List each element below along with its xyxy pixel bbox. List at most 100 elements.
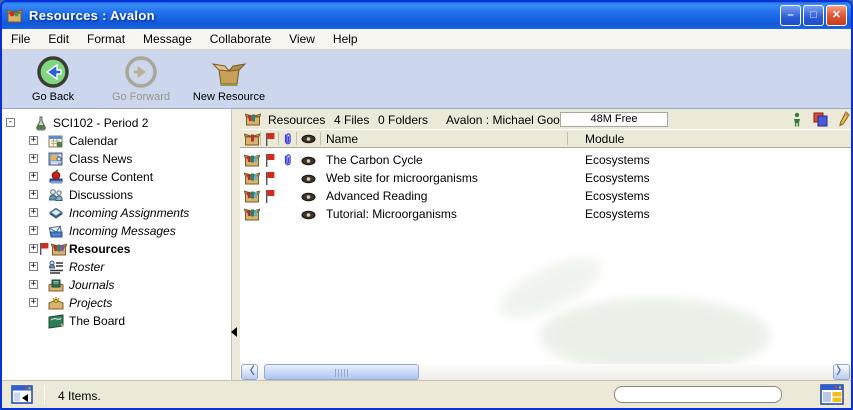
tree-item-label[interactable]: Incoming Messages (69, 224, 176, 238)
collapse-toggle[interactable]: - (6, 118, 15, 127)
expand-toggle[interactable]: + (29, 280, 38, 289)
menu-help[interactable]: Help (324, 30, 367, 48)
visible-eye-icon[interactable] (301, 192, 316, 202)
tree-item-label[interactable]: Journals (69, 278, 114, 292)
file-module[interactable]: Ecosystems (585, 207, 650, 221)
toolbar: Go Back Go Forward New Resource (2, 50, 851, 109)
horizontal-scrollbar[interactable]: 〈 〉 (240, 364, 851, 380)
file-name[interactable]: Tutorial: Microorganisms (326, 207, 457, 221)
menu-format[interactable]: Format (78, 30, 134, 48)
expand-toggle[interactable]: + (29, 262, 38, 271)
file-name[interactable]: The Carbon Cycle (326, 153, 423, 167)
menu-message[interactable]: Message (134, 30, 201, 48)
tree-item-label[interactable]: Projects (69, 296, 112, 310)
new-resource-label: New Resource (193, 91, 265, 103)
tree-item-label[interactable]: Roster (69, 260, 104, 274)
file-row-advanced-reading[interactable]: Advanced Reading Ecosystems (240, 187, 851, 205)
panel-title: Resources (268, 113, 325, 127)
expand-toggle[interactable]: + (29, 226, 38, 235)
type-column-icon[interactable] (244, 131, 260, 147)
visible-eye-icon[interactable] (301, 174, 316, 184)
go-forward-button[interactable]: Go Forward (98, 56, 184, 103)
tree-item-label[interactable]: The Board (69, 314, 125, 328)
minimize-button[interactable]: – (780, 5, 801, 26)
tree-item-roster[interactable]: + Roster (2, 258, 231, 276)
tree-item-incoming-messages[interactable]: + Incoming Messages (2, 222, 231, 240)
tree-item-calendar[interactable]: + Calendar (2, 132, 231, 150)
collapse-panel-icon[interactable] (11, 385, 33, 404)
tree-item-incoming-assignments[interactable]: + Incoming Assignments (2, 204, 231, 222)
person-icon[interactable] (792, 112, 802, 127)
flag-icon (39, 241, 49, 257)
title-bar[interactable]: Resources : Avalon – □ ✕ (2, 2, 851, 29)
tree-item-course-content[interactable]: + Course Content (2, 168, 231, 186)
column-module[interactable]: Module (585, 132, 624, 146)
attachment-column-icon[interactable] (283, 132, 292, 146)
file-row-tutorial[interactable]: Tutorial: Microorganisms Ecosystems (240, 205, 851, 223)
menu-view[interactable]: View (280, 30, 324, 48)
tree-root-sci102[interactable]: - SCI102 - Period 2 (2, 114, 231, 132)
expand-toggle[interactable]: + (29, 298, 38, 307)
resource-file-icon (244, 188, 260, 204)
tree-item-the-board[interactable]: The Board (2, 312, 231, 330)
menu-collaborate[interactable]: Collaborate (201, 30, 280, 48)
tree-item-discussions[interactable]: + Discussions (2, 186, 231, 204)
tree-item-label[interactable]: Class News (69, 152, 132, 166)
column-name[interactable]: Name (326, 132, 358, 146)
column-header-row: Name Module (240, 130, 851, 148)
pencil-icon[interactable] (838, 111, 850, 127)
tree-root-label[interactable]: SCI102 - Period 2 (53, 116, 148, 130)
window-title: Resources : Avalon (29, 8, 778, 23)
panel-splitter[interactable] (231, 109, 240, 380)
tree-item-label[interactable]: Discussions (69, 188, 133, 202)
new-resource-button[interactable]: New Resource (186, 56, 272, 103)
tree-item-class-news[interactable]: + Class News (2, 150, 231, 168)
menu-file[interactable]: File (2, 30, 39, 48)
close-button[interactable]: ✕ (826, 5, 847, 26)
resource-file-icon (244, 170, 260, 186)
visible-eye-icon[interactable] (301, 156, 316, 166)
file-row-carbon-cycle[interactable]: The Carbon Cycle Ecosystems (240, 151, 851, 169)
tree-item-label[interactable]: Calendar (69, 134, 118, 148)
resource-file-icon (244, 206, 260, 222)
visibility-column-icon[interactable] (301, 134, 316, 144)
expand-toggle[interactable]: + (29, 136, 38, 145)
file-module[interactable]: Ecosystems (585, 171, 650, 185)
menu-edit[interactable]: Edit (39, 30, 78, 48)
tree-item-label[interactable]: Resources (69, 242, 130, 256)
tree-item-projects[interactable]: + Projects (2, 294, 231, 312)
tree-item-label[interactable]: Course Content (69, 170, 153, 184)
file-name[interactable]: Web site for microorganisms (326, 171, 478, 185)
tree-item-resources[interactable]: + Resources (2, 240, 231, 258)
file-module[interactable]: Ecosystems (585, 189, 650, 203)
tree-item-label[interactable]: Incoming Assignments (69, 206, 189, 220)
flag-column-icon[interactable] (265, 133, 275, 146)
status-progress-box (614, 386, 782, 403)
go-forward-icon (124, 56, 158, 88)
status-divider (44, 385, 45, 404)
expand-toggle[interactable]: + (29, 244, 38, 253)
scroll-left-button[interactable]: 〈 (241, 364, 258, 380)
go-back-button[interactable]: Go Back (10, 56, 96, 103)
scrollbar-thumb[interactable] (264, 364, 419, 380)
splitter-collapse-arrow-icon[interactable] (231, 327, 237, 337)
layout-toggle-icon[interactable] (820, 384, 844, 405)
file-module[interactable]: Ecosystems (585, 153, 650, 167)
maximize-button[interactable]: □ (803, 5, 824, 26)
main-area: - SCI102 - Period 2 + Calendar + (2, 109, 851, 380)
tree-item-journals[interactable]: + Journals (2, 276, 231, 294)
file-name[interactable]: Advanced Reading (326, 189, 427, 203)
expand-toggle[interactable]: + (29, 190, 38, 199)
file-row-website[interactable]: Web site for microorganisms Ecosystems (240, 169, 851, 187)
free-space-indicator: 48M Free (560, 112, 668, 127)
resources-box-icon (245, 111, 261, 127)
expand-toggle[interactable]: + (29, 172, 38, 181)
go-back-label: Go Back (32, 91, 74, 103)
folders-count: 0 Folders (378, 113, 428, 127)
copy-layers-icon[interactable] (812, 112, 828, 127)
visible-eye-icon[interactable] (301, 210, 316, 220)
scroll-right-button[interactable]: 〉 (833, 364, 850, 380)
flag-icon (265, 172, 275, 185)
expand-toggle[interactable]: + (29, 208, 38, 217)
expand-toggle[interactable]: + (29, 154, 38, 163)
